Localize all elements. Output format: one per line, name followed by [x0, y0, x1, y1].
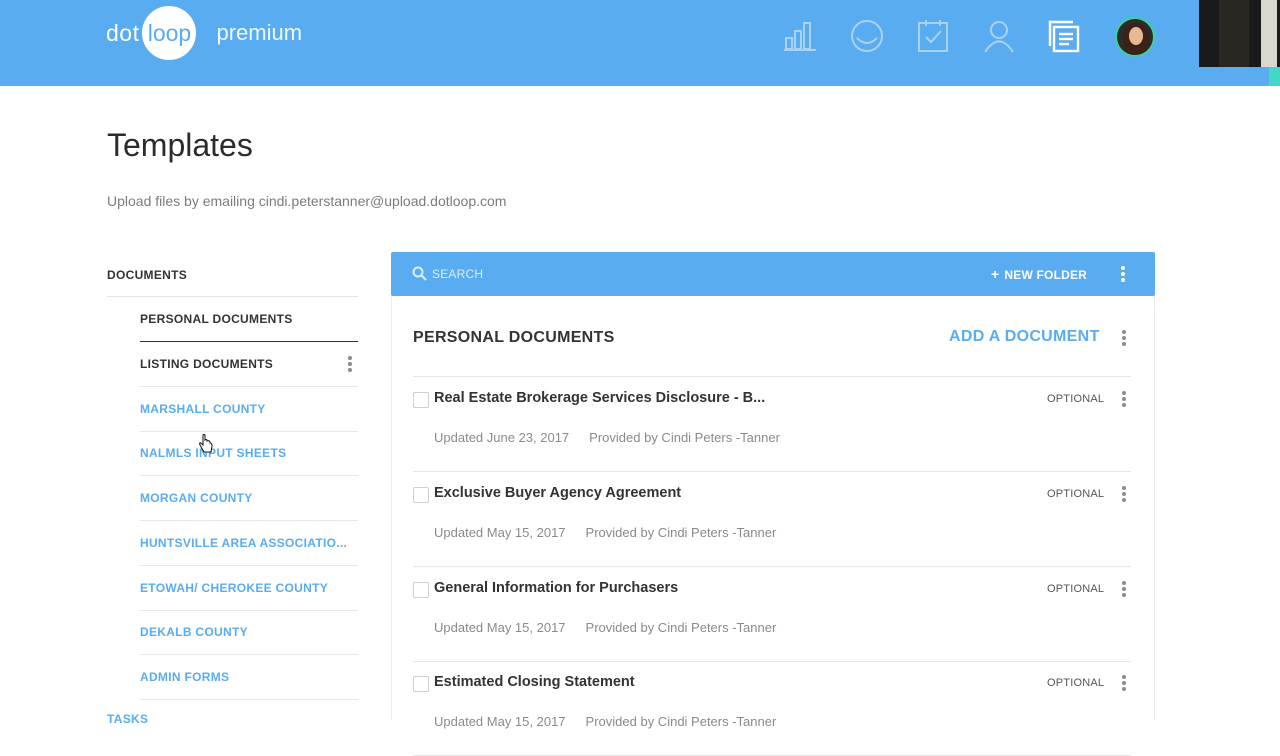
more-options-icon[interactable]: [348, 356, 352, 372]
user-avatar[interactable]: [1115, 17, 1155, 57]
document-more-options-icon[interactable]: [1122, 675, 1126, 691]
sidebar-item-huntsville-area[interactable]: HUNTSVILLE AREA ASSOCIATIO...: [140, 521, 358, 566]
sidebar-header-documents[interactable]: DOCUMENTS: [107, 268, 187, 282]
optional-badge: OPTIONAL: [1047, 488, 1105, 500]
sidebar-item-nalmls-input-sheets[interactable]: NALMLS INPUT SHEETS: [140, 431, 358, 476]
document-updated: Updated May 15, 2017: [434, 525, 566, 540]
logo-premium-text: premium: [216, 20, 303, 45]
optional-badge: OPTIONAL: [1047, 677, 1105, 689]
webcam-strip: [1199, 67, 1280, 86]
document-checkbox[interactable]: [413, 487, 429, 503]
optional-badge: OPTIONAL: [1047, 583, 1105, 595]
sidebar-item-label: MORGAN COUNTY: [140, 491, 253, 505]
profile-icon[interactable]: [980, 17, 1018, 55]
webcam-strip-accent: [1269, 67, 1280, 86]
document-provided-by: Provided by Cindi Peters -Tanner: [585, 714, 777, 729]
search-toolbar: SEARCH + NEW FOLDER: [391, 252, 1155, 296]
avatar-face: [1129, 27, 1143, 45]
document-name[interactable]: Estimated Closing Statement: [434, 674, 635, 690]
document-provided-by: Provided by Cindi Peters -Tanner: [585, 525, 777, 540]
document-provided-by: Provided by Cindi Peters -Tanner: [585, 620, 777, 635]
sidebar-item-personal-documents[interactable]: PERSONAL DOCUMENTS: [140, 297, 358, 342]
webcam-glint: [1261, 0, 1277, 67]
document-name[interactable]: Exclusive Buyer Agency Agreement: [434, 485, 681, 501]
sidebar-item-etowah-cherokee-county[interactable]: ETOWAH/ CHEROKEE COUNTY: [140, 566, 358, 611]
add-document-button[interactable]: ADD A DOCUMENT: [949, 328, 1100, 346]
document-more-options-icon[interactable]: [1122, 391, 1126, 407]
document-checkbox[interactable]: [413, 392, 429, 408]
loop-circle-icon[interactable]: [848, 17, 886, 55]
document-row[interactable]: Real Estate Brokerage Services Disclosur…: [413, 377, 1131, 472]
new-folder-button[interactable]: + NEW FOLDER: [991, 266, 1087, 282]
upload-email-note: Upload files by emailing cindi.peterstan…: [107, 193, 507, 209]
document-checkbox[interactable]: [413, 582, 429, 598]
document-updated: Updated May 15, 2017: [434, 620, 566, 635]
sidebar-header-tasks[interactable]: TASKS: [107, 712, 148, 726]
document-provided-by: Provided by Cindi Peters -Tanner: [589, 430, 780, 445]
webcam-shade: [1219, 0, 1249, 67]
sidebar-item-dekalb-county[interactable]: DEKALB COUNTY: [140, 610, 358, 655]
sidebar-item-admin-forms[interactable]: ADMIN FORMS: [140, 655, 358, 700]
sidebar-item-label: ETOWAH/ CHEROKEE COUNTY: [140, 581, 329, 595]
sidebar-item-listing-documents[interactable]: LISTING DOCUMENTS: [140, 342, 358, 387]
toolbar-more-options-icon[interactable]: [1121, 266, 1125, 282]
sidebar-item-label: DEKALB COUNTY: [140, 625, 248, 639]
panel-title: PERSONAL DOCUMENTS: [413, 329, 615, 346]
document-meta: Updated June 23, 2017 Provided by Cindi P…: [434, 430, 780, 445]
bar-chart-icon[interactable]: [781, 17, 819, 55]
panel-more-options-icon[interactable]: [1122, 330, 1126, 346]
logo-circle: loop: [142, 6, 197, 60]
document-row[interactable]: General Information for Purchasers OPTIO…: [413, 567, 1131, 662]
logo-dot-text: dot: [106, 19, 140, 46]
sidebar-item-marshall-county[interactable]: MARSHALL COUNTY: [140, 387, 358, 432]
document-more-options-icon[interactable]: [1122, 486, 1126, 502]
document-updated: Updated June 23, 2017: [434, 430, 570, 445]
document-meta: Updated May 15, 2017 Provided by Cindi Pe…: [434, 714, 776, 729]
search-icon[interactable]: [412, 266, 427, 286]
dotloop-logo[interactable]: dot loop premium: [106, 6, 302, 60]
optional-badge: OPTIONAL: [1047, 393, 1105, 405]
documents-icon[interactable]: [1045, 17, 1083, 55]
document-row[interactable]: Estimated Closing Statement OPTIONAL Upd…: [413, 661, 1131, 756]
sidebar-item-label: LISTING DOCUMENTS: [140, 357, 274, 371]
sidebar-item-label: PERSONAL DOCUMENTS: [140, 312, 293, 326]
document-name[interactable]: General Information for Purchasers: [434, 580, 678, 596]
document-name[interactable]: Real Estate Brokerage Services Disclosur…: [434, 390, 765, 406]
page-title: Templates: [107, 127, 253, 163]
document-meta: Updated May 15, 2017 Provided by Cindi Pe…: [434, 525, 776, 540]
sidebar-item-label: ADMIN FORMS: [140, 670, 230, 684]
document-meta: Updated May 15, 2017 Provided by Cindi Pe…: [434, 620, 776, 635]
document-updated: Updated May 15, 2017: [434, 714, 566, 729]
search-input[interactable]: SEARCH: [432, 267, 483, 281]
top-nav-bar: dot loop premium: [0, 0, 1280, 86]
logo-loop-text: loop: [147, 19, 192, 46]
plus-icon: +: [991, 266, 1000, 282]
hand-cursor-icon: [198, 434, 214, 459]
task-checklist-icon[interactable]: [914, 17, 952, 55]
document-more-options-icon[interactable]: [1122, 581, 1126, 597]
new-folder-label: NEW FOLDER: [1004, 268, 1088, 282]
webcam-overlay: [1199, 0, 1280, 67]
sidebar-item-label: HUNTSVILLE AREA ASSOCIATIO...: [140, 536, 348, 550]
document-row[interactable]: Exclusive Buyer Agency Agreement OPTIONA…: [413, 472, 1131, 567]
sidebar-item-morgan-county[interactable]: MORGAN COUNTY: [140, 476, 358, 521]
sidebar-item-label: MARSHALL COUNTY: [140, 402, 266, 416]
document-checkbox[interactable]: [413, 676, 429, 692]
